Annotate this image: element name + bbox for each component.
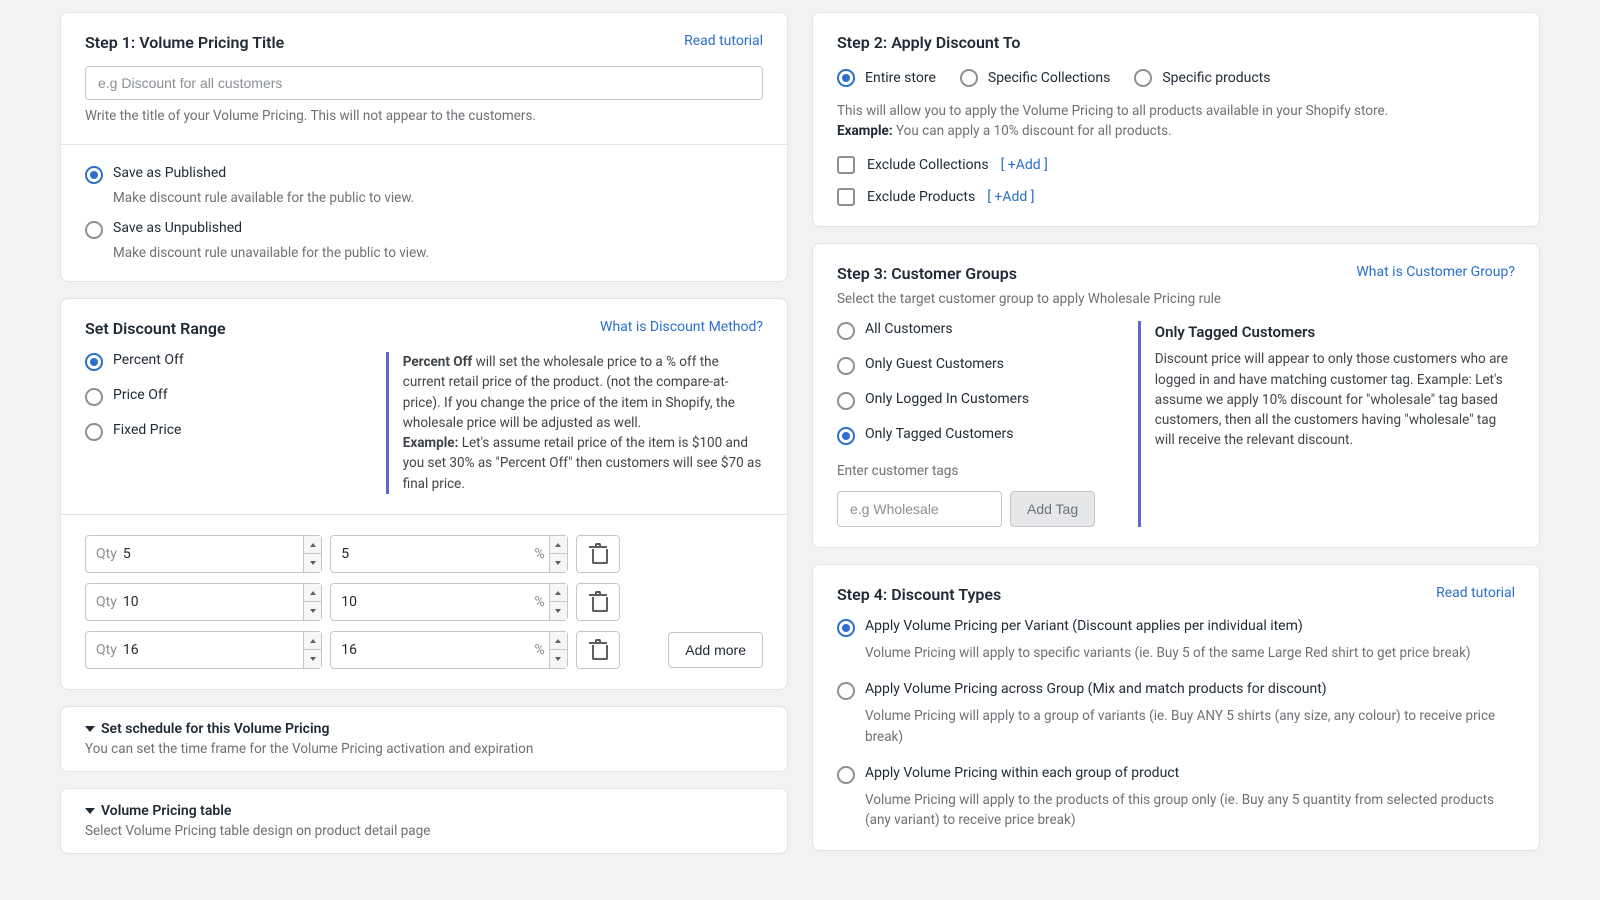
radio-icon [837, 69, 855, 87]
fixed-price-radio[interactable]: Fixed Price [85, 422, 370, 441]
add-more-button[interactable]: Add more [668, 632, 763, 668]
exclude-products-checkbox[interactable] [837, 188, 855, 206]
spinner-up-icon[interactable] [550, 584, 567, 603]
radio-icon [837, 682, 855, 700]
delete-tier-button[interactable] [576, 535, 620, 573]
delete-tier-button[interactable] [576, 583, 620, 621]
trash-icon [591, 546, 605, 562]
read-tutorial-link[interactable]: Read tutorial [684, 33, 763, 49]
spinner-up-icon[interactable] [304, 536, 321, 555]
step4-tutorial-link[interactable]: Read tutorial [1436, 585, 1515, 601]
tagged-customers-info: Only Tagged Customers Discount price wil… [1138, 321, 1515, 527]
customer-group-link[interactable]: What is Customer Group? [1356, 264, 1515, 280]
percent-input[interactable]: 5 % [330, 535, 567, 573]
radio-icon [85, 388, 103, 406]
qty-input[interactable]: Qty 10 [85, 583, 322, 621]
logged-in-customers-radio[interactable]: Only Logged In Customers [837, 391, 1122, 410]
spinner-up-icon[interactable] [550, 632, 567, 651]
step3-title: Step 3: Customer Groups [837, 264, 1017, 283]
radio-icon [837, 392, 855, 410]
spinner-up-icon[interactable] [304, 632, 321, 651]
spinner-down-icon[interactable] [550, 602, 567, 620]
step4-card: Step 4: Discount Types Read tutorial App… [812, 564, 1540, 851]
trash-icon [591, 642, 605, 658]
entire-store-radio[interactable]: Entire store [837, 68, 936, 87]
radio-icon [837, 427, 855, 445]
price-off-radio[interactable]: Price Off [85, 387, 370, 406]
step2-title: Step 2: Apply Discount To [837, 33, 1515, 52]
spinner-down-icon[interactable] [550, 554, 567, 572]
radio-icon [837, 766, 855, 784]
exclude-collections-checkbox[interactable] [837, 156, 855, 174]
all-customers-radio[interactable]: All Customers [837, 321, 1122, 340]
specific-collections-radio[interactable]: Specific Collections [960, 68, 1110, 87]
step1-helper: Write the title of your Volume Pricing. … [85, 108, 763, 124]
per-variant-radio[interactable]: Apply Volume Pricing per Variant (Discou… [837, 618, 1515, 637]
add-exclude-products-link[interactable]: [ +Add ] [987, 189, 1034, 205]
discount-method-link[interactable]: What is Discount Method? [600, 319, 763, 335]
discount-range-card: Set Discount Range What is Discount Meth… [60, 298, 788, 690]
tagged-customers-radio[interactable]: Only Tagged Customers [837, 426, 1122, 445]
step2-card: Step 2: Apply Discount To Entire store S… [812, 12, 1540, 227]
chevron-down-icon [85, 808, 95, 814]
discount-method-info: Percent Off will set the wholesale price… [386, 352, 763, 494]
radio-icon [837, 619, 855, 637]
radio-icon [837, 357, 855, 375]
radio-icon [85, 166, 103, 184]
delete-tier-button[interactable] [576, 631, 620, 669]
radio-icon [1134, 69, 1152, 87]
add-exclude-collections-link[interactable]: [ +Add ] [1001, 157, 1048, 173]
schedule-card[interactable]: Set schedule for this Volume Pricing You… [60, 706, 788, 772]
spinner-down-icon[interactable] [304, 602, 321, 620]
step2-description: This will allow you to apply the Volume … [837, 101, 1515, 142]
schedule-title: Set schedule for this Volume Pricing [101, 721, 329, 737]
radio-icon [85, 221, 103, 239]
tier-row: Qty 10 10 % [85, 583, 763, 621]
spinner-down-icon[interactable] [304, 554, 321, 572]
percent-input[interactable]: 16 % [330, 631, 567, 669]
save-unpublished-radio[interactable]: Save as Unpublished [85, 220, 763, 239]
pricing-table-card[interactable]: Volume Pricing table Select Volume Prici… [60, 788, 788, 854]
step1-title: Step 1: Volume Pricing Title [85, 33, 284, 52]
across-group-radio[interactable]: Apply Volume Pricing across Group (Mix a… [837, 681, 1515, 700]
qty-input[interactable]: Qty 5 [85, 535, 322, 573]
step4-title: Step 4: Discount Types [837, 585, 1001, 604]
radio-icon [837, 322, 855, 340]
percent-input[interactable]: 10 % [330, 583, 567, 621]
spinner-up-icon[interactable] [304, 584, 321, 603]
qty-input[interactable]: Qty 16 [85, 631, 322, 669]
within-group-radio[interactable]: Apply Volume Pricing within each group o… [837, 765, 1515, 784]
pricing-title-input[interactable] [85, 66, 763, 100]
save-published-radio[interactable]: Save as Published [85, 165, 763, 184]
tier-row: Qty 16 16 % Add more [85, 631, 763, 669]
radio-icon [85, 353, 103, 371]
customer-tags-input[interactable] [837, 491, 1002, 527]
add-tag-button[interactable]: Add Tag [1010, 491, 1095, 527]
spinner-up-icon[interactable] [550, 536, 567, 555]
radio-icon [85, 423, 103, 441]
step3-card: Step 3: Customer Groups What is Customer… [812, 243, 1540, 549]
guest-customers-radio[interactable]: Only Guest Customers [837, 356, 1122, 375]
discount-range-title: Set Discount Range [85, 319, 226, 338]
percent-off-radio[interactable]: Percent Off [85, 352, 370, 371]
spinner-down-icon[interactable] [550, 650, 567, 668]
spinner-down-icon[interactable] [304, 650, 321, 668]
step1-card: Step 1: Volume Pricing Title Read tutori… [60, 12, 788, 282]
tier-row: Qty 5 5 % [85, 535, 763, 573]
chevron-down-icon [85, 726, 95, 732]
radio-icon [960, 69, 978, 87]
pricing-table-title: Volume Pricing table [101, 803, 231, 819]
specific-products-radio[interactable]: Specific products [1134, 68, 1270, 87]
trash-icon [591, 594, 605, 610]
